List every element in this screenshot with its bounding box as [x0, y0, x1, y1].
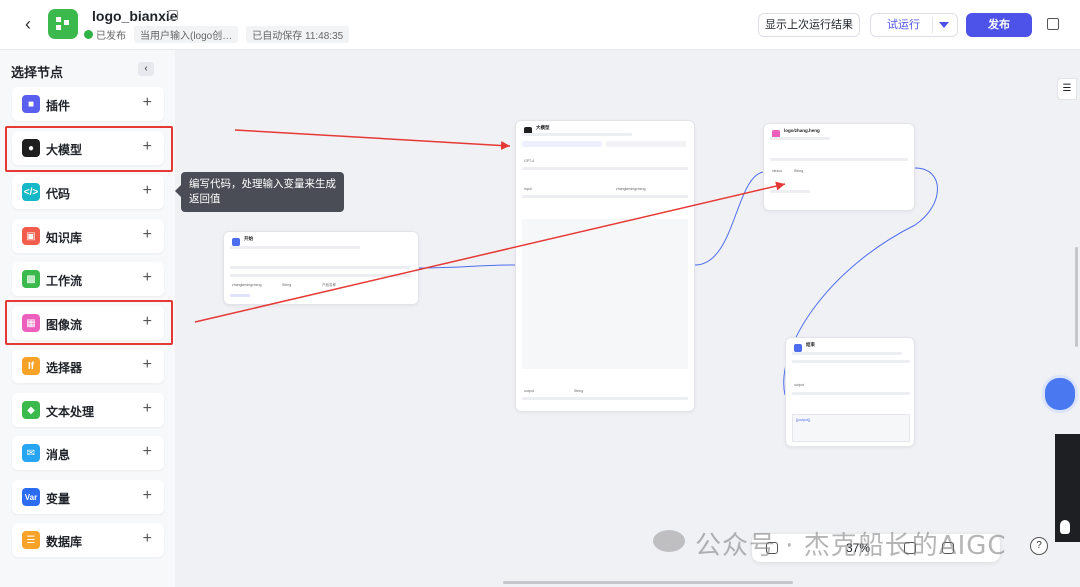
sidebar-item-text-processing[interactable]: ◆ 文本处理 + [12, 393, 164, 427]
sidebar-item-code[interactable]: </> 代码 + [12, 175, 164, 209]
sidebar-item-label: 选择器 [46, 361, 83, 375]
add-icon[interactable]: + [143, 530, 152, 548]
plugin-icon: ■ [22, 95, 40, 113]
arrow-llm [234, 129, 511, 150]
microphone-icon[interactable] [1060, 520, 1070, 534]
highlight-box-imageflow [5, 300, 173, 345]
try-run-button[interactable]: 试运行 [870, 13, 958, 37]
wechat-logo-icon [653, 530, 685, 552]
show-last-run-button[interactable]: 显示上次运行结果 [758, 13, 860, 37]
annotation-arrows [194, 129, 786, 323]
divider [932, 17, 933, 33]
sidebar-item-label: 文本处理 [46, 405, 95, 419]
code-icon: </> [22, 183, 40, 201]
watermark-text: 公众号 · 杰克船长的AIGC [695, 531, 1007, 561]
add-icon[interactable]: + [143, 269, 152, 287]
workflow-canvas[interactable]: 开始 zhangtemingcheng String 产品名称 大模型 GPT-… [175, 50, 1080, 587]
top-header: ‹ logo_bianxie 已发布 当用户输入(logo创… 已自动保存 11… [0, 0, 1080, 50]
sidebar-item-label: 插件 [46, 99, 71, 113]
try-run-label: 试运行 [887, 19, 920, 31]
message-icon: ✉ [22, 444, 40, 462]
input-hint-tag: 当用户输入(logo创… [134, 25, 239, 43]
sidebar-item-label: 数据库 [46, 535, 83, 549]
menu-icon[interactable]: ☰ [1057, 78, 1077, 100]
sidebar-item-variable[interactable]: Var 变量 + [12, 480, 164, 514]
add-icon[interactable]: + [143, 182, 152, 200]
add-icon[interactable]: + [143, 94, 152, 112]
selector-icon: If [22, 357, 40, 375]
horizontal-scrollbar[interactable] [503, 581, 793, 584]
sidebar-item-workflow[interactable]: ▩ 工作流 + [12, 262, 164, 296]
published-status: 已发布 [96, 30, 126, 42]
assistant-handle-icon[interactable] [1045, 378, 1075, 410]
publish-button[interactable]: 发布 [966, 13, 1032, 37]
add-icon[interactable]: + [143, 226, 152, 244]
status-row: 已发布 当用户输入(logo创… 已自动保存 11:48:35 [84, 25, 350, 43]
code-tooltip: 编写代码，处理输入变量来生成返回值 [175, 172, 344, 212]
sidebar-item-selector[interactable]: If 选择器 + [12, 349, 164, 383]
sidebar-item-database[interactable]: ☰ 数据库 + [12, 523, 164, 557]
published-check-icon [84, 29, 93, 39]
vertical-scrollbar[interactable] [1075, 247, 1078, 347]
sidebar-item-message[interactable]: ✉ 消息 + [12, 436, 164, 470]
autosave-status: 已自动保存 11:48:35 [246, 25, 350, 43]
workflow-icon: ▩ [22, 270, 40, 288]
back-arrow-icon[interactable]: ‹ [18, 14, 38, 34]
app-logo [48, 9, 78, 39]
app-name: logo_bianxie [92, 8, 178, 24]
knowledge-icon: ▣ [22, 227, 40, 245]
sidebar-item-knowledge[interactable]: ▣ 知识库 + [12, 219, 164, 253]
sidebar-item-label: 变量 [46, 492, 71, 506]
sidebar-title: 选择节点 [11, 65, 64, 80]
chevron-down-icon[interactable] [939, 22, 949, 28]
database-icon: ☰ [22, 531, 40, 549]
copy-icon[interactable] [1047, 18, 1059, 30]
add-icon[interactable]: + [143, 400, 152, 418]
sidebar-item-plugin[interactable]: ■ 插件 + [12, 87, 164, 121]
add-icon[interactable]: + [143, 356, 152, 374]
collapse-icon[interactable]: ‹ [138, 62, 154, 76]
variable-icon: Var [22, 488, 40, 506]
text-icon: ◆ [22, 401, 40, 419]
add-icon[interactable]: + [143, 443, 152, 461]
edit-icon[interactable] [168, 10, 178, 20]
add-icon[interactable]: + [143, 487, 152, 505]
sidebar-item-label: 代码 [46, 187, 71, 201]
sidebar-item-label: 知识库 [46, 231, 83, 245]
sidebar-item-label: 工作流 [46, 274, 83, 288]
sidebar-item-label: 消息 [46, 448, 71, 462]
highlight-box-llm [5, 126, 173, 172]
help-icon[interactable]: ? [1030, 537, 1048, 555]
